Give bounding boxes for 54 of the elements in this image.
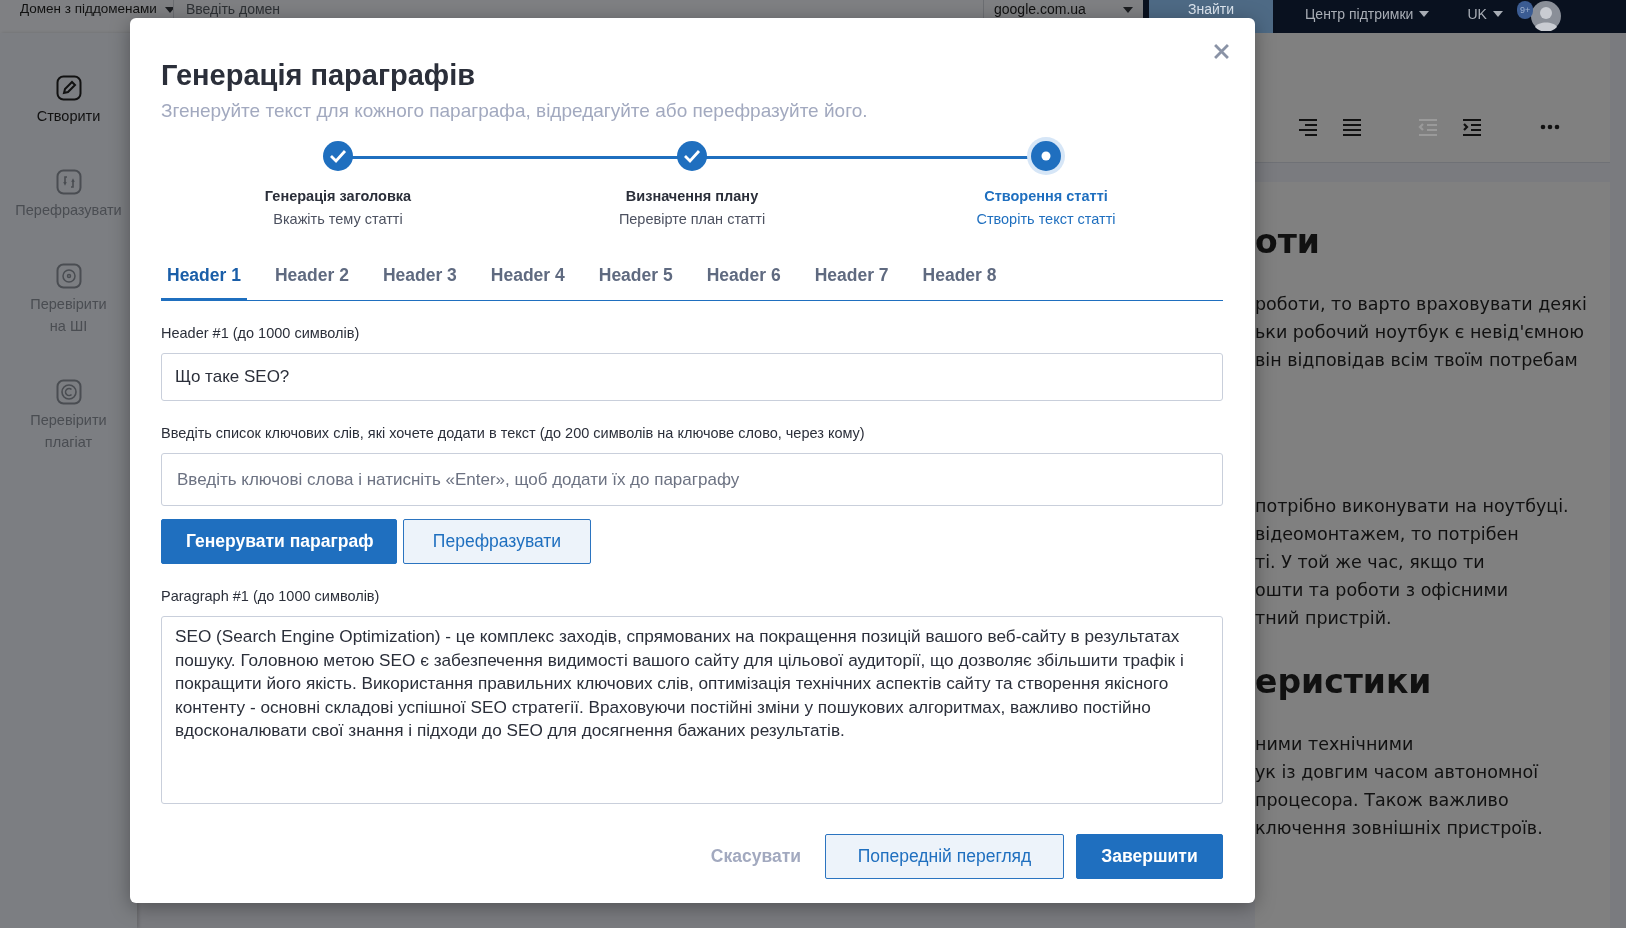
pen-icon: [55, 75, 82, 101]
document-text-line: ук із довгим часом автономної: [1255, 761, 1540, 784]
refresh-icon: [55, 169, 82, 195]
preview-button[interactable]: Попередній перегляд: [825, 834, 1064, 879]
justify-icon[interactable]: [1341, 118, 1363, 136]
field-label: Paragraph #1 (до 1000 символів): [161, 588, 381, 604]
document-text-line: потрібно виконувати на ноутбуці.: [1255, 495, 1570, 518]
document-text-line: тний пристрій.: [1255, 607, 1393, 630]
generate-button[interactable]: Генерувати параграф: [161, 519, 397, 564]
field-label: Header #1 (до 1000 символів): [161, 325, 361, 341]
document-heading: оти: [1255, 222, 1321, 262]
notification-badge: 9+: [1516, 1, 1534, 19]
language-menu[interactable]: UK: [1467, 6, 1503, 22]
tab[interactable]: Header 7: [808, 257, 895, 301]
rephrase-button[interactable]: Перефразувати: [403, 519, 591, 564]
document-text-line: ьки робочий ноутбук є невід'ємною: [1255, 321, 1585, 344]
step-title: Визначення плану: [625, 188, 759, 204]
step-subtitle: Перевірте план статті: [618, 211, 766, 227]
finish-button[interactable]: Завершити: [1076, 834, 1223, 879]
document-text-line: ключення зовнішніх пристроїв.: [1255, 817, 1544, 840]
keywords-input[interactable]: Введіть ключові слова і натисніть «Enter», щоб додати їх до параграфу: [161, 453, 1223, 506]
tab[interactable]: Header 8: [916, 257, 1003, 301]
step-title: Генерація заголовка: [264, 188, 412, 204]
close-icon[interactable]: [1212, 42, 1231, 61]
step-subtitle: Вкажіть тему статті: [273, 211, 403, 227]
document-text-line: процесора. Також важливо: [1255, 789, 1510, 812]
support-menu[interactable]: Центр підтримки: [1305, 6, 1430, 22]
copyright-icon: [55, 379, 82, 405]
step-title: Створення статті: [984, 188, 1108, 204]
tab[interactable]: Header 3: [376, 257, 463, 301]
tab[interactable]: Header 4: [484, 257, 571, 301]
field-label: Введіть список ключових слів, які хочете додати в текст (до 200 символів на ключове слово, через кому): [161, 425, 866, 441]
document-text-line: відеомонтажем, то потрібен: [1255, 523, 1520, 546]
indent-icon[interactable]: [1461, 118, 1483, 136]
dialog-subtitle: Згенеруйте текст для кожного параграфа, відредагуйте або перефразуйте його.: [161, 100, 869, 122]
align-right-icon[interactable]: [1297, 118, 1319, 136]
tab[interactable]: Header 2: [268, 257, 355, 301]
domain-input[interactable]: Введіть домен: [186, 1, 486, 17]
header-input[interactable]: Що таке SEO?: [161, 353, 1223, 401]
target-icon: [55, 263, 82, 289]
dialog-title: Генерація параграфів: [161, 59, 477, 92]
sidebar-item[interactable]: Створити: [2, 75, 135, 127]
avatar-icon[interactable]: [1530, 1, 1561, 31]
tab[interactable]: Header 6: [700, 257, 787, 301]
document-text-line: він відповідав всім твоїм потребам: [1255, 349, 1579, 372]
document-text-line: ті. У той же час, якщо ти: [1255, 551, 1486, 574]
tab[interactable]: Header 1: [161, 257, 247, 301]
paragraph-textarea[interactable]: SEO (Search Engine Optimization) - це комплекс заходів, спрямованих на покращення позицій вашого веб-сайту в результатах пошуку. Головною метою SEO є забезпечення видимості вашого сайту для цільової аудиторії, що дозволяє збільшити трафік і покращити його якість. Використання правильних ключових слів, оптимізація технічних аспектів сайту та створення якісного контенту - основні складові успішної SEO стратегії. Враховуючи постійні зміни у пошукових алгоритмах, важливо постійно вдосконалювати свої знання і підходи до SEO для досягнення бажаних результатів.: [161, 616, 1223, 804]
document-text-line: роботи, то варто враховувати деякі: [1255, 293, 1588, 316]
document-text-line: ошти та роботи з офісними: [1255, 579, 1510, 602]
document-text-line: ними технічними: [1255, 733, 1415, 756]
document-heading: еристики: [1255, 662, 1433, 702]
step-subtitle: Створіть текст статті: [976, 211, 1116, 227]
tab[interactable]: Header 5: [592, 257, 679, 301]
